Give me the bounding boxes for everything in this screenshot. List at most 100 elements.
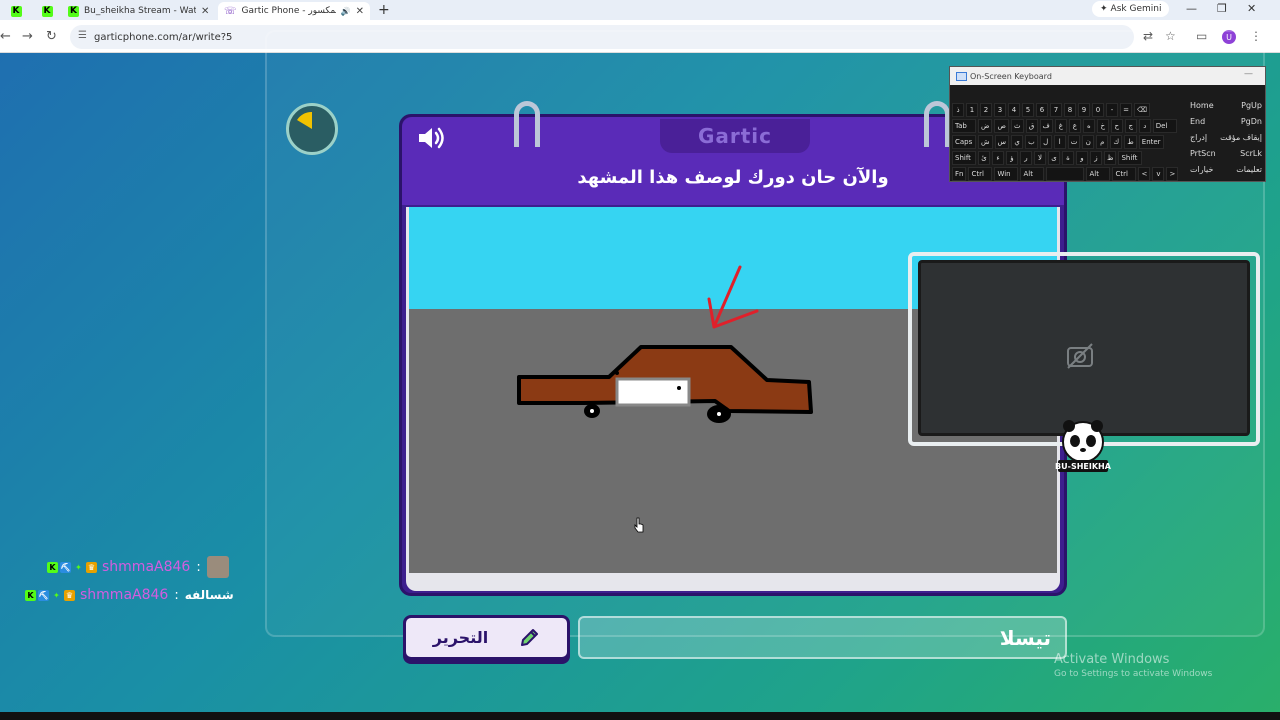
minimize-icon[interactable]: — [1244,69,1253,79]
osk-key[interactable]: 8 [1064,103,1076,117]
osk-key[interactable]: ث [1010,119,1024,133]
osk-key[interactable]: Ctrl [1112,167,1137,181]
osk-key[interactable]: ى [1048,151,1060,165]
osk-key[interactable]: لا [1034,151,1046,165]
osk-key[interactable]: ء [992,151,1004,165]
osk-key[interactable]: PgUp [1241,101,1262,117]
osk-key[interactable]: Shift [952,151,976,165]
osk-key[interactable]: 5 [1022,103,1034,117]
osk-key[interactable]: ل [1039,135,1052,149]
close-tab-icon[interactable]: ✕ [356,6,364,17]
osk-key[interactable]: تعليمات [1236,165,1262,181]
speaker-icon[interactable]: 🔊 [341,7,351,16]
osk-key[interactable]: > [1166,167,1179,181]
osk-key[interactable]: س [994,135,1010,149]
reload-icon[interactable]: ↻ [46,29,57,44]
osk-key[interactable]: ؤ [1006,151,1018,165]
watermark-subtitle: Go to Settings to activate Windows [1054,669,1213,679]
osk-key[interactable]: Del [1152,119,1177,133]
osk-key[interactable]: ش [978,135,993,149]
osk-key[interactable]: ScrLk [1240,149,1262,165]
minimize-icon[interactable]: — [1186,2,1197,15]
osk-key[interactable]: 2 [980,103,992,117]
osk-key[interactable]: ذ [952,103,964,117]
chat-separator: : [174,587,179,603]
osk-key[interactable]: م [1096,135,1109,149]
osk-key[interactable]: - [1106,103,1118,117]
osk-key[interactable]: Shift [1118,151,1143,165]
tab-kick-stream[interactable]: K Bu_sheikha Stream - Watch Live ✕ [62,2,218,20]
osk-key[interactable]: Ctrl [968,167,993,181]
edit-button[interactable]: التحرير [403,615,570,660]
osk-key[interactable]: Caps [952,135,976,149]
ask-gemini-button[interactable]: ✦ Ask Gemini [1092,1,1170,17]
osk-key[interactable]: Win [994,167,1019,181]
osk-key[interactable]: إيقاف مؤقت [1220,133,1262,149]
osk-key[interactable]: ض [978,119,993,133]
answer-input[interactable] [578,616,1067,659]
osk-row: Shift ئ ء ؤ ر لا ى ة و ز ظ Shift [952,151,1143,165]
site-info-icon[interactable]: ☰ [78,30,87,41]
osk-key[interactable]: و [1076,151,1088,165]
osk-key[interactable]: ا [1053,135,1066,149]
osk-key[interactable]: ع [1068,119,1081,133]
osk-key[interactable]: ظ [1104,151,1117,165]
osk-key[interactable]: ن [1082,135,1095,149]
osk-key[interactable]: ح [1110,119,1123,133]
chat-username[interactable]: shmmaA846 [102,559,190,575]
osk-key[interactable]: ر [1020,151,1032,165]
osk-key[interactable]: PgDn [1241,117,1262,133]
osk-key[interactable]: 1 [966,103,978,117]
osk-key[interactable]: ف [1039,119,1053,133]
osk-key[interactable]: خيارات [1190,165,1213,181]
osk-key[interactable]: 6 [1036,103,1048,117]
osk-key[interactable]: ئ [978,151,990,165]
osk-key[interactable]: ي [1011,135,1024,149]
osk-key[interactable]: 9 [1078,103,1090,117]
osk-key[interactable]: ه [1082,119,1095,133]
osk-key[interactable]: Alt [1020,167,1045,181]
close-tab-icon[interactable]: ✕ [201,6,209,17]
osk-key[interactable] [1046,167,1085,181]
osk-key[interactable]: ج [1124,119,1137,133]
tab-gartic[interactable]: ☏ Gartic Phone - هاتف المكسور 🔊 ✕ [218,2,370,20]
osk-key[interactable]: ك [1110,135,1123,149]
close-window-icon[interactable]: ✕ [1247,2,1256,15]
osk-key[interactable]: ⌫ [1134,103,1150,117]
maximize-icon[interactable]: ❐ [1217,2,1227,15]
osk-key[interactable]: Fn [952,167,967,181]
osk-key[interactable]: 4 [1008,103,1020,117]
kick-badge-icon: K [25,589,36,601]
chat-username[interactable]: shmmaA846 [80,587,168,603]
osk-key[interactable]: د [1138,119,1151,133]
osk-key[interactable]: Home [1190,101,1214,117]
osk-key[interactable]: ة [1062,151,1074,165]
new-tab-icon[interactable]: + [378,2,390,18]
osk-key[interactable]: ز [1090,151,1102,165]
osk-key[interactable]: ت [1067,135,1081,149]
osk-key[interactable]: إدراج [1190,133,1207,149]
osk-key[interactable]: PrtScn [1190,149,1216,165]
osk-key[interactable]: ط [1124,135,1137,149]
osk-key[interactable]: Tab [952,119,976,133]
osk-key[interactable]: < [1138,167,1151,181]
osk-key[interactable]: Alt [1086,167,1111,181]
sound-icon[interactable] [416,125,446,151]
osk-key[interactable]: End [1190,117,1205,133]
osk-key[interactable]: ص [994,119,1009,133]
osk-key[interactable]: = [1120,103,1132,117]
osk-key[interactable]: خ [1096,119,1109,133]
osk-key[interactable]: 3 [994,103,1006,117]
osk-key[interactable]: v [1152,167,1165,181]
back-icon[interactable]: ← [0,29,11,44]
osk-key[interactable]: ب [1025,135,1038,149]
osk-key[interactable]: Enter [1138,135,1164,149]
osk-key[interactable]: 0 [1092,103,1104,117]
forward-icon[interactable]: → [22,29,33,44]
osk-key[interactable]: 7 [1050,103,1062,117]
osk-key[interactable]: ق [1025,119,1038,133]
osk-key[interactable]: غ [1054,119,1067,133]
tab-kick-2[interactable]: K [32,2,62,20]
osk-title-bar[interactable]: On-Screen Keyboard — [950,67,1265,85]
tab-kick-1[interactable]: K [0,2,32,20]
